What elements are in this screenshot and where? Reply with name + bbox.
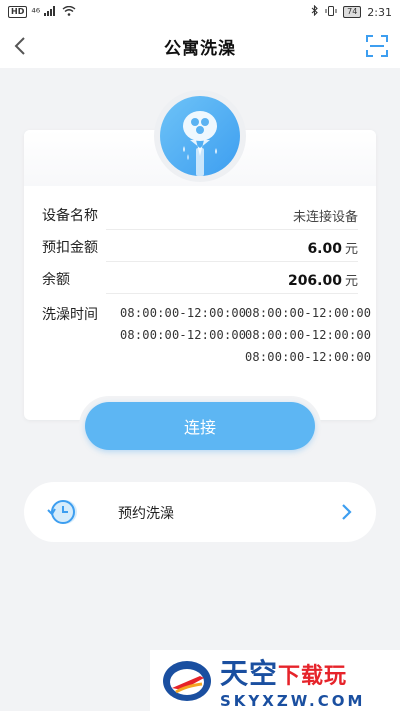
reserve-label: 预约洗澡 [118, 506, 174, 522]
signal-icon [44, 5, 58, 19]
device-name-label: 设备名称 [42, 208, 98, 224]
time-slot: 08:00:00-12:00:00 [120, 328, 247, 342]
balance-row: 余额 206.00 元 [42, 269, 358, 289]
header: 公寓洗澡 [0, 24, 400, 68]
time-slot: 08:00:00-12:00:00 [245, 306, 372, 320]
balance-amount: 206.00 元 [288, 270, 358, 289]
deposit-unit: 元 [344, 241, 358, 257]
watermark-title: 天空 下载玩 [220, 652, 365, 692]
divider [106, 229, 358, 230]
deposit-amount: 6.00 元 [307, 238, 358, 257]
watermark-url: SKYXZW.COM [220, 691, 366, 710]
deposit-label: 预扣金额 [42, 240, 98, 256]
vibrate-icon [325, 5, 337, 19]
scan-button[interactable] [364, 32, 390, 60]
watermark-title-small: 下载玩 [278, 663, 348, 689]
balance-label: 余额 [42, 272, 70, 288]
watermark-text: 天空 下载玩 SKYXZW.COM [220, 652, 365, 710]
balance-unit: 元 [344, 273, 358, 289]
battery-icon: 74 [343, 6, 362, 18]
network-type: ⁴⁶ [31, 5, 41, 19]
time-slot: 08:00:00-12:00:00 [245, 328, 372, 342]
divider [106, 293, 358, 294]
connect-button[interactable]: 连接 [85, 402, 315, 450]
time-slot: 08:00:00-12:00:00 [245, 350, 372, 364]
chevron-right-icon [342, 504, 352, 520]
back-button[interactable] [8, 32, 32, 60]
status-left: HD ⁴⁶ [8, 5, 76, 19]
deposit-value: 6.00 [307, 240, 342, 257]
device-name-row: 设备名称 未连接设备 [42, 205, 358, 225]
chevron-left-icon [14, 37, 25, 55]
divider [106, 261, 358, 262]
watermark: 天空 下载玩 SKYXZW.COM [150, 650, 400, 711]
page-title: 公寓洗澡 [164, 38, 236, 59]
wifi-icon [62, 5, 76, 19]
reserve-shower-row[interactable]: 预约洗澡 [24, 482, 376, 542]
scan-icon [366, 35, 388, 57]
device-name-value: 未连接设备 [292, 209, 358, 225]
deposit-row: 预扣金额 6.00 元 [42, 237, 358, 257]
time-slot: 08:00:00-12:00:00 [120, 306, 247, 320]
status-right: 74 2:31 [311, 4, 392, 19]
hd-badge: HD [8, 6, 28, 18]
shower-time-label: 洗澡时间 [42, 307, 98, 323]
balance-value: 206.00 [287, 272, 342, 289]
clock-time: 2:31 [367, 5, 392, 19]
shower-head-icon [160, 96, 240, 176]
bluetooth-icon [311, 4, 319, 19]
status-bar: HD ⁴⁶ 74 2:31 [0, 0, 400, 24]
watermark-title-big: 天空 [220, 656, 279, 690]
clock-history-icon [47, 500, 77, 524]
skyxzw-logo [163, 660, 211, 701]
